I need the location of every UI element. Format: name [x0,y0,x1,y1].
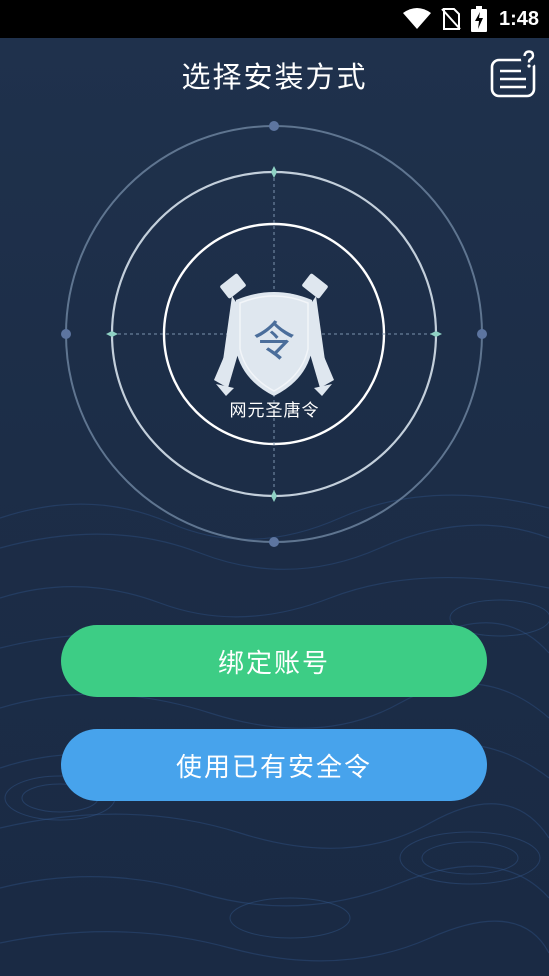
emblem-label: 网元圣唐令 [229,401,320,421]
bind-account-button[interactable]: 绑定账号 [61,625,487,697]
status-icons: 1:48 [402,5,539,33]
battery-charging-icon [470,6,487,32]
shield-icon: 令 [236,292,312,396]
use-existing-token-button[interactable]: 使用已有安全令 [61,729,487,801]
wifi-icon [402,8,431,29]
shield-glyph: 令 [253,317,295,366]
status-time: 1:48 [498,7,539,30]
status-bar: 1:48 [0,0,549,38]
security-token-emblem: 令 [61,121,487,547]
no-sim-icon [441,8,461,30]
app-screen: 选择安装方式 令 网元圣唐令 绑定账号 使用已有安全令 [0,38,549,976]
